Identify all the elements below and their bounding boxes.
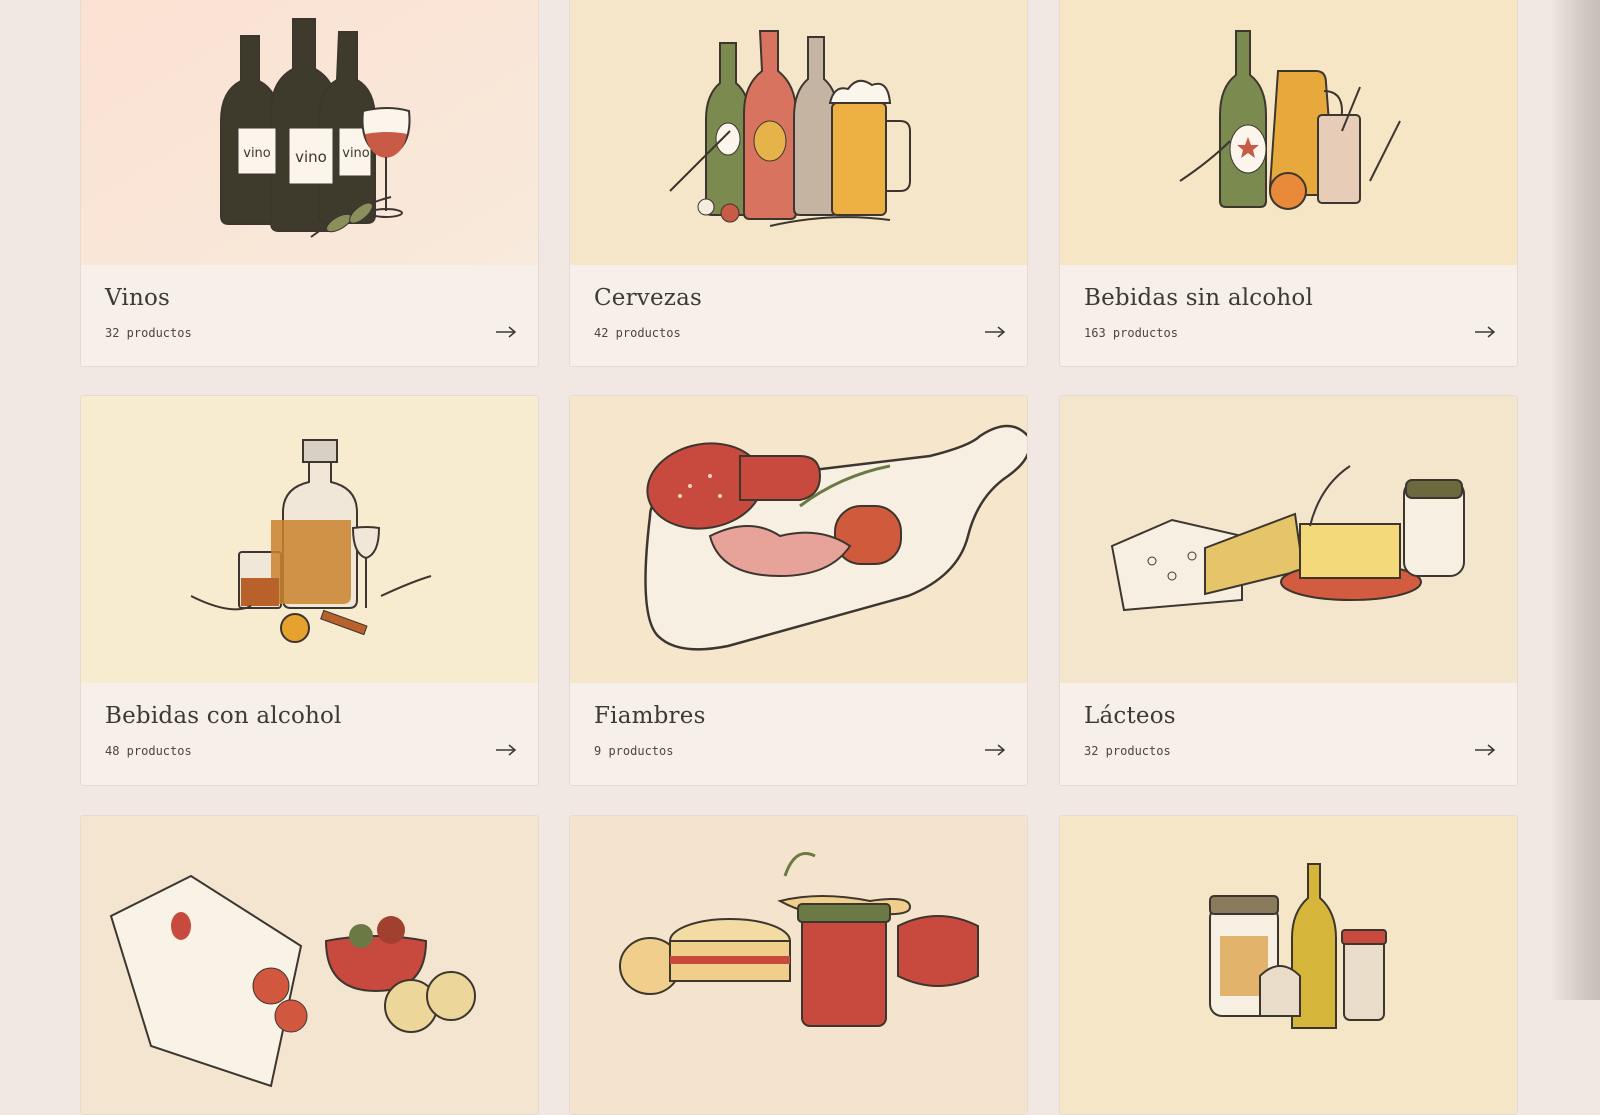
category-card-cervezas[interactable]: Cervezas 42 productos — [569, 0, 1028, 367]
category-image-almacen — [1060, 816, 1517, 1114]
category-image-panaderia — [570, 816, 1027, 1114]
arrow-right-icon — [983, 739, 1007, 761]
category-title: Bebidas con alcohol — [105, 703, 342, 729]
bottle-label-left: vino — [243, 146, 271, 161]
category-card-bebidas-con-alcohol[interactable]: Bebidas con alcohol 48 productos — [80, 395, 539, 786]
category-count: 32 productos — [105, 326, 192, 340]
category-card-vinos[interactable]: vino vino vino Vinos 32 productos — [80, 0, 539, 367]
category-card-lacteos[interactable]: Lácteos 32 productos — [1059, 395, 1518, 786]
category-image-bebidas-con-alcohol — [81, 396, 538, 683]
arrow-right-icon — [1473, 739, 1497, 761]
category-title: Fiambres — [594, 703, 706, 729]
category-title: Vinos — [105, 285, 171, 311]
category-count: 42 productos — [594, 326, 681, 340]
category-count: 48 productos — [105, 744, 192, 758]
category-title: Bebidas sin alcohol — [1084, 285, 1314, 311]
category-image-bebidas-sin-alcohol — [1060, 0, 1517, 265]
category-image-vinos: vino vino vino — [81, 0, 538, 265]
category-count: 32 productos — [1084, 744, 1171, 758]
scroll-edge-shadow — [1550, 0, 1600, 1000]
category-grid: vino vino vino Vinos 32 productos Cervez… — [0, 0, 1600, 1115]
category-card-fiambres[interactable]: Fiambres 9 productos — [569, 395, 1028, 786]
category-image-cervezas — [570, 0, 1027, 265]
category-image-fiambres — [570, 396, 1027, 683]
category-count: 9 productos — [594, 744, 674, 758]
category-card-snacks[interactable] — [80, 815, 539, 1115]
bottle-label-middle: vino — [295, 148, 327, 166]
category-image-snacks — [81, 816, 538, 1114]
arrow-right-icon — [494, 321, 518, 343]
category-title: Lácteos — [1084, 703, 1176, 729]
category-title: Cervezas — [594, 285, 703, 311]
category-count: 163 productos — [1084, 326, 1178, 340]
bottle-label-right: vino — [342, 146, 370, 161]
category-image-lacteos — [1060, 396, 1517, 683]
category-card-bebidas-sin-alcohol[interactable]: Bebidas sin alcohol 163 productos — [1059, 0, 1518, 367]
arrow-right-icon — [494, 739, 518, 761]
arrow-right-icon — [983, 321, 1007, 343]
arrow-right-icon — [1473, 321, 1497, 343]
category-card-panaderia[interactable] — [569, 815, 1028, 1115]
category-card-almacen[interactable] — [1059, 815, 1518, 1115]
